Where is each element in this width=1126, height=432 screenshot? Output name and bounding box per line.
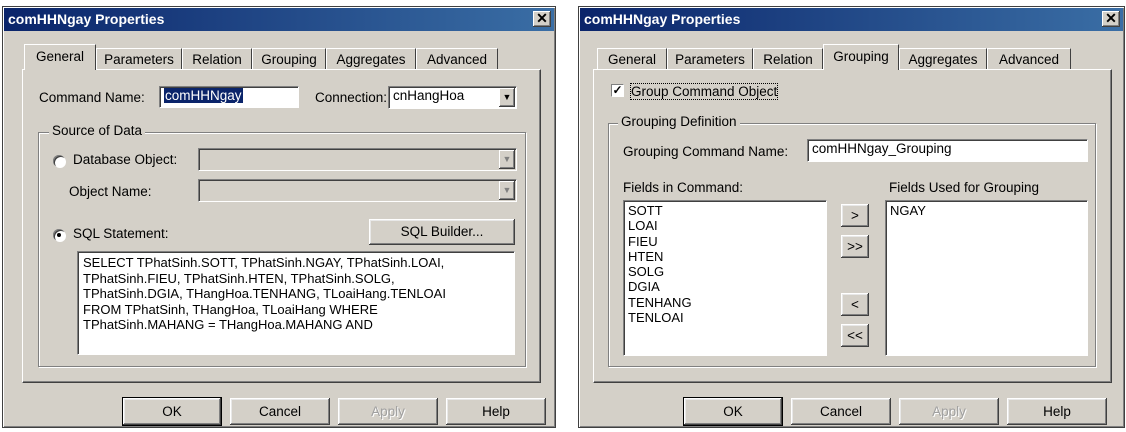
fields-in-command-list[interactable]: SOTT LOAI FIEU HTEN SOLG DGIA TENHANG TE… <box>623 200 827 356</box>
right-tab-relation[interactable]: Relation <box>753 48 823 70</box>
list-item[interactable]: TENHANG <box>628 295 822 310</box>
cancel-button[interactable]: Cancel <box>230 398 330 425</box>
list-item[interactable]: LOAI <box>628 218 822 233</box>
left-close-icon[interactable]: ✕ <box>533 11 551 27</box>
sql-builder-button[interactable]: SQL Builder... <box>369 219 515 245</box>
list-item[interactable]: SOTT <box>628 203 822 218</box>
left-tab-relation[interactable]: Relation <box>182 48 252 70</box>
chevron-down-icon[interactable]: ▼ <box>499 181 515 200</box>
ok-button[interactable]: OK <box>683 397 783 426</box>
list-item[interactable]: HTEN <box>628 249 822 264</box>
help-button[interactable]: Help <box>1007 398 1107 425</box>
right-close-icon[interactable]: ✕ <box>1102 11 1120 27</box>
list-item[interactable]: SOLG <box>628 264 822 279</box>
database-object-radio[interactable] <box>53 155 65 167</box>
fields-used-label: Fields Used for Grouping <box>889 180 1040 195</box>
right-properties-dialog: comHHNgay Properties ✕ General Parameter… <box>578 6 1125 428</box>
source-of-data-title: Source of Data <box>49 123 146 138</box>
left-title-bar[interactable]: comHHNgay Properties ✕ <box>4 8 554 31</box>
fields-in-command-label: Fields in Command: <box>623 180 744 195</box>
apply-button[interactable]: Apply <box>338 398 438 425</box>
connection-select[interactable]: cnHangHoa ▼ <box>388 86 517 109</box>
right-tab-parameters[interactable]: Parameters <box>667 48 753 70</box>
connection-label: Connection: <box>315 90 388 105</box>
left-tab-advanced[interactable]: Advanced <box>416 48 498 70</box>
fields-used-list[interactable]: NGAY <box>885 200 1088 356</box>
group-command-object-label: Group Command Object <box>629 83 779 100</box>
help-button[interactable]: Help <box>446 398 546 425</box>
left-tab-grouping[interactable]: Grouping <box>252 48 326 70</box>
right-title-bar[interactable]: comHHNgay Properties ✕ <box>580 8 1123 31</box>
group-command-object-checkbox[interactable]: ✓ <box>611 84 624 97</box>
apply-button[interactable]: Apply <box>899 398 999 425</box>
left-dialog-title: comHHNgay Properties <box>8 11 165 27</box>
grouping-definition-title: Grouping Definition <box>618 114 740 129</box>
left-tab-aggregates[interactable]: Aggregates <box>326 48 416 70</box>
right-tab-advanced[interactable]: Advanced <box>987 48 1071 70</box>
right-tab-aggregates[interactable]: Aggregates <box>899 48 987 70</box>
list-item[interactable]: NGAY <box>890 203 1083 218</box>
command-name-input[interactable]: comHHNgay <box>159 86 299 108</box>
ok-button[interactable]: OK <box>122 397 222 426</box>
sql-statement-label: SQL Statement: <box>73 226 169 241</box>
list-item[interactable]: FIEU <box>628 234 822 249</box>
grouping-command-name-input[interactable]: comHHNgay_Grouping <box>807 139 1088 162</box>
move-one-right-button[interactable]: > <box>841 204 869 227</box>
right-tab-general[interactable]: General <box>597 48 667 70</box>
list-item[interactable]: DGIA <box>628 279 822 294</box>
database-object-label: Database Object: <box>73 152 178 167</box>
list-item[interactable]: TENLOAI <box>628 310 822 325</box>
move-all-right-button[interactable]: >> <box>841 235 869 258</box>
move-all-left-button[interactable]: << <box>841 324 869 347</box>
sql-statement-textarea[interactable]: SELECT TPhatSinh.SOTT, TPhatSinh.NGAY, T… <box>77 251 515 355</box>
right-tab-grouping[interactable]: Grouping <box>823 44 899 70</box>
left-properties-dialog: comHHNgay Properties ✕ General Parameter… <box>2 6 556 428</box>
right-dialog-title: comHHNgay Properties <box>584 11 741 27</box>
database-object-select[interactable]: ▼ <box>198 148 517 171</box>
grouping-command-name-label: Grouping Command Name: <box>623 144 789 159</box>
chevron-down-icon[interactable]: ▼ <box>499 150 515 169</box>
move-one-left-button[interactable]: < <box>841 293 869 316</box>
object-name-select[interactable]: ▼ <box>198 179 517 202</box>
sql-statement-radio[interactable] <box>53 229 65 241</box>
cancel-button[interactable]: Cancel <box>791 398 891 425</box>
command-name-label: Command Name: <box>39 90 145 105</box>
left-tab-general[interactable]: General <box>24 44 96 70</box>
object-name-label: Object Name: <box>69 184 152 199</box>
chevron-down-icon[interactable]: ▼ <box>499 88 515 107</box>
left-tab-parameters[interactable]: Parameters <box>96 48 182 70</box>
